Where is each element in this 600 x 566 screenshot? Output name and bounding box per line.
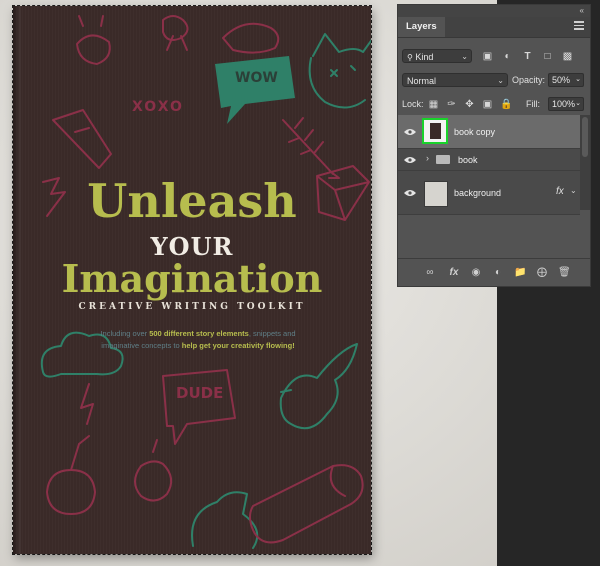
mask-icon[interactable]: ◉ <box>470 267 482 279</box>
blend-mode-value: Normal <box>407 76 437 86</box>
collapse-icon[interactable]: « <box>580 5 584 17</box>
creature-doodle <box>191 491 259 549</box>
lightning-small-doodle <box>80 383 94 425</box>
lock-all-icon[interactable]: 🔒 <box>500 99 512 110</box>
smartobject-filter-icon[interactable]: ▩ <box>562 51 573 62</box>
blurb-highlight: help get your creativity flowing! <box>181 341 295 350</box>
chevron-right-icon[interactable]: › <box>426 153 429 163</box>
lock-artboard-icon[interactable]: ▣ <box>482 99 493 110</box>
layer-name[interactable]: book copy <box>454 127 495 137</box>
book-subtitle: CREATIVE WRITING TOOLKIT <box>78 302 306 312</box>
xoxo-doodle: XOXO <box>132 99 184 115</box>
layer-thumbnail[interactable] <box>424 181 448 207</box>
folder-icon <box>436 155 450 164</box>
book-cover[interactable]: XOXO WOW DUDE Unleash YOUR Imagination C… <box>13 6 371 554</box>
visibility-eye-icon[interactable] <box>404 156 416 164</box>
blurb-highlight: 500 different story elements <box>149 329 249 338</box>
cat-doodle <box>312 33 371 57</box>
panel-menu-icon[interactable] <box>574 21 584 31</box>
filter-row: ⚲ Kind ⌄ ▣ ◐ T □ ▩ <box>398 45 590 67</box>
layers-list: book copy › book background fx ⌄ <box>398 115 580 215</box>
book-blurb: Including over 500 different story eleme… <box>83 328 313 352</box>
opacity-value: 50% <box>552 75 571 85</box>
adjustment-filter-icon[interactable]: ◐ <box>502 51 513 62</box>
bird-doodle <box>222 22 280 54</box>
chevron-down-icon: ⌄ <box>575 100 581 107</box>
layers-scrollbar[interactable] <box>580 115 590 210</box>
blend-mode-select[interactable]: Normal ⌄ <box>402 73 508 87</box>
tab-layers[interactable]: Layers <box>398 17 445 37</box>
layer-row-background[interactable]: background fx ⌄ <box>398 171 580 215</box>
search-icon: ⚲ <box>407 53 413 62</box>
filter-kind-select[interactable]: ⚲ Kind ⌄ <box>402 49 472 63</box>
shape-filter-icon[interactable]: □ <box>542 51 553 62</box>
layer-fx-icon[interactable]: fx <box>556 186 564 197</box>
fill-value: 100% <box>552 99 576 109</box>
dude-bubble <box>162 369 236 445</box>
layers-bottom-bar: ∞ fx ◉ ◐ 📁 ⨁ 🗑 <box>398 258 590 287</box>
coconut-doodle <box>46 435 96 515</box>
pig-doodle <box>76 15 111 65</box>
dude-text: DUDE <box>176 384 224 402</box>
layer-thumbnail[interactable] <box>422 118 448 144</box>
title-unleash: Unleash <box>87 174 297 228</box>
scrollbar-thumb[interactable] <box>582 117 588 157</box>
layers-panel[interactable]: « Layers ⚲ Kind ⌄ ▣ ◐ T □ ▩ Normal ⌄ Opa… <box>397 4 591 287</box>
chevron-down-icon: ⌄ <box>497 76 504 85</box>
image-filter-icon[interactable]: ▣ <box>482 51 493 62</box>
blend-row: Normal ⌄ Opacity: 50% ⌄ <box>398 69 590 91</box>
lock-label: Lock: <box>402 99 424 109</box>
wow-text: WOW <box>235 70 278 86</box>
layer-row-book[interactable]: › book <box>398 149 580 171</box>
pencil-doodle <box>52 109 112 169</box>
fx-icon[interactable]: fx <box>448 267 460 279</box>
new-layer-icon[interactable]: ⨁ <box>536 267 548 279</box>
trash-icon[interactable]: 🗑 <box>558 267 571 279</box>
lock-row: Lock: ▦ ✑ ✥ ▣ 🔒 Fill: 100% ⌄ <box>398 93 590 115</box>
type-filter-icon[interactable]: T <box>522 51 533 62</box>
panel-topbar[interactable]: « <box>398 5 590 17</box>
chevron-down-icon[interactable]: ⌄ <box>570 186 577 195</box>
link-icon[interactable]: ∞ <box>424 267 436 279</box>
potion-doodle <box>134 439 173 502</box>
fill-input[interactable]: 100% ⌄ <box>548 97 584 111</box>
layer-name[interactable]: background <box>454 188 501 198</box>
eagle-doodle <box>279 343 358 430</box>
blurb-text: Including over <box>100 329 150 338</box>
layer-name[interactable]: book <box>458 155 478 165</box>
lock-transparent-icon[interactable]: ▦ <box>428 99 439 110</box>
lock-brush-icon[interactable]: ✑ <box>446 99 457 110</box>
group-icon[interactable]: 📁 <box>514 267 526 279</box>
opacity-input[interactable]: 50% ⌄ <box>548 73 584 87</box>
lock-move-icon[interactable]: ✥ <box>464 99 475 110</box>
panel-tabbar: Layers <box>398 17 590 38</box>
visibility-eye-icon[interactable] <box>404 189 416 197</box>
title-imagination: Imagination <box>61 256 323 301</box>
opacity-label: Opacity: <box>512 75 546 85</box>
filter-kind-label: Kind <box>415 52 434 62</box>
layer-row-book-copy[interactable]: book copy <box>398 115 580 149</box>
fishbone-doodle <box>282 117 340 179</box>
visibility-eye-icon[interactable] <box>404 128 416 136</box>
adjustment-icon[interactable]: ◐ <box>492 267 504 279</box>
knuckles-doodle <box>162 15 189 51</box>
chevron-down-icon: ⌄ <box>575 76 581 83</box>
log-doodle <box>249 464 364 544</box>
chevron-down-icon: ⌄ <box>461 52 468 61</box>
fill-label: Fill: <box>526 99 540 109</box>
wow-bubble <box>215 56 295 124</box>
